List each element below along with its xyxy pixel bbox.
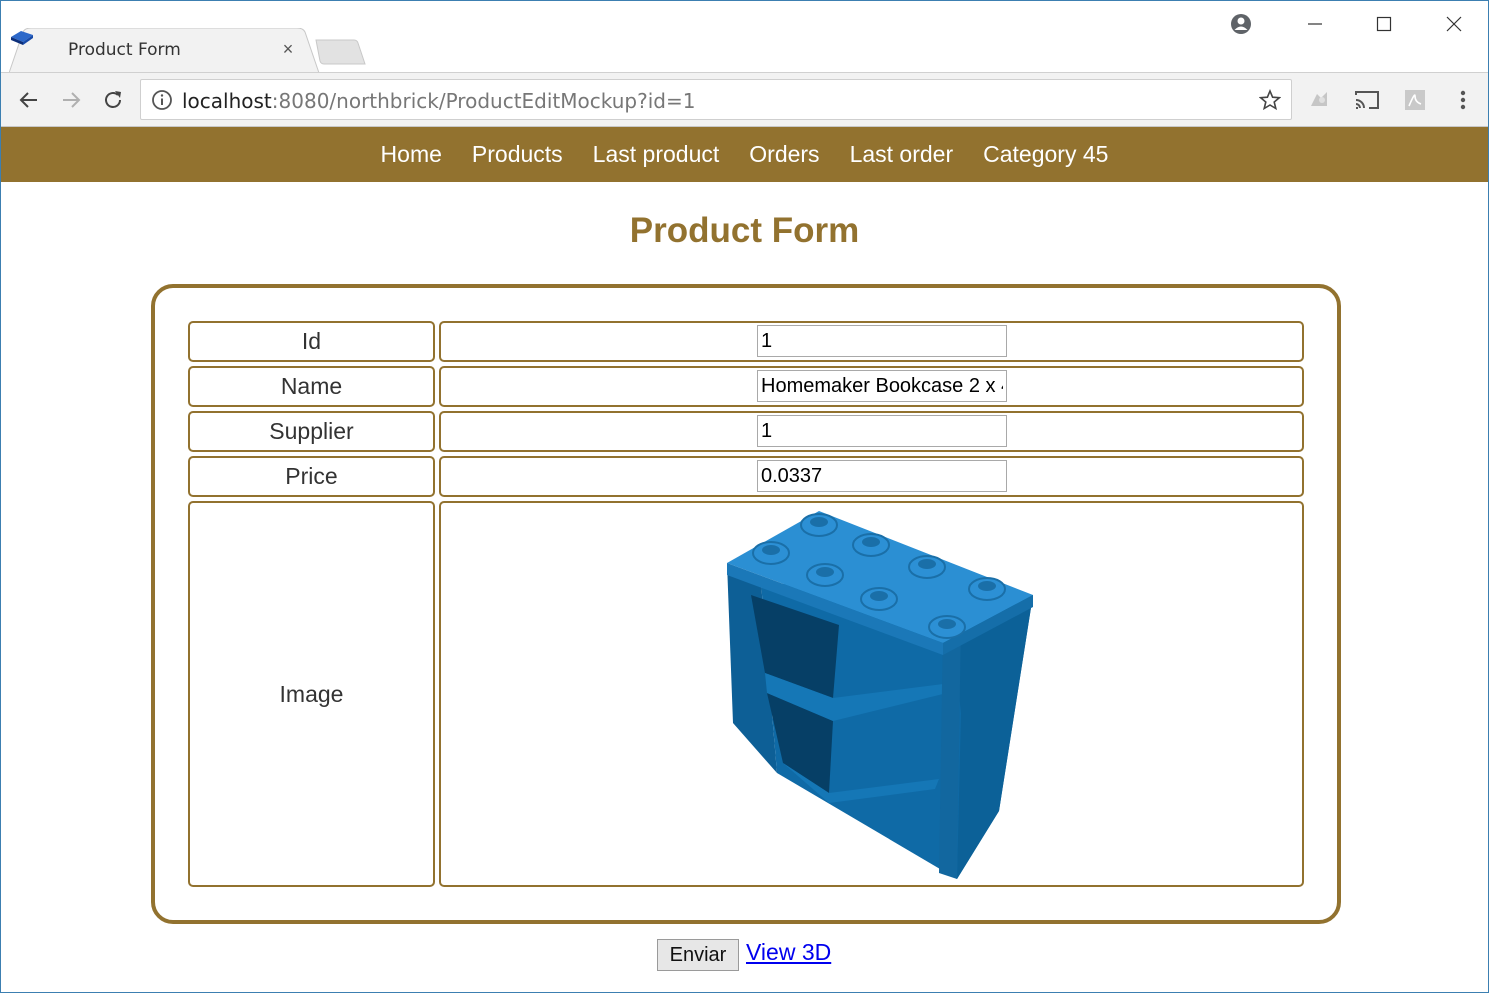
address-bar[interactable]: localhost:8080/northbrick/ProductEditMoc…: [140, 79, 1292, 120]
nav-last-product-link[interactable]: Last product: [593, 141, 720, 168]
id-cell: [439, 321, 1304, 362]
browser-toolbar: localhost:8080/northbrick/ProductEditMoc…: [1, 72, 1488, 127]
profile-icon[interactable]: [1226, 9, 1256, 39]
info-icon[interactable]: [151, 89, 173, 111]
supplier-input[interactable]: [757, 415, 1007, 447]
submit-button[interactable]: Enviar: [657, 939, 739, 971]
price-input[interactable]: [757, 460, 1007, 492]
product-brick-image: [727, 511, 1033, 879]
forward-arrow-icon[interactable]: [56, 85, 86, 115]
image-label: Image: [188, 501, 435, 887]
browser-window: Product Form × localhost:8080/northbrick…: [0, 0, 1489, 993]
name-cell: [439, 366, 1304, 407]
minimize-icon[interactable]: [1300, 9, 1330, 39]
close-window-icon[interactable]: [1439, 9, 1469, 39]
tab-close-icon[interactable]: ×: [277, 38, 299, 60]
price-label: Price: [188, 456, 435, 497]
image-cell: [439, 501, 1304, 887]
price-cell: [439, 456, 1304, 497]
extension-icon[interactable]: [1304, 85, 1334, 115]
new-tab-button[interactable]: [314, 39, 366, 65]
name-input[interactable]: [757, 370, 1007, 402]
back-arrow-icon[interactable]: [14, 85, 44, 115]
reload-icon[interactable]: [98, 85, 128, 115]
id-input[interactable]: [757, 325, 1007, 357]
brick-favicon-icon: [11, 31, 33, 45]
page-title: Product Form: [629, 211, 860, 250]
name-label: Name: [188, 366, 435, 407]
pdf-extension-icon[interactable]: [1400, 85, 1430, 115]
view-3d-link[interactable]: View 3D: [746, 939, 831, 966]
menu-kebab-icon[interactable]: [1448, 85, 1478, 115]
cast-icon[interactable]: [1352, 85, 1382, 115]
nav-orders-link[interactable]: Orders: [749, 141, 819, 168]
bookmark-star-icon[interactable]: [1259, 89, 1281, 111]
maximize-icon[interactable]: [1369, 9, 1399, 39]
nav-last-order-link[interactable]: Last order: [850, 141, 954, 168]
nav-home-link[interactable]: Home: [381, 141, 442, 168]
tab-title: Product Form: [68, 40, 181, 60]
id-label: Id: [188, 321, 435, 362]
title-bar: Product Form ×: [1, 1, 1488, 73]
nav-category-link[interactable]: Category 45: [983, 141, 1108, 168]
supplier-cell: [439, 411, 1304, 452]
product-form: Id Name Supplier Price Image: [151, 284, 1341, 924]
browser-tab[interactable]: Product Form ×: [9, 28, 321, 73]
site-navbar: Home Products Last product Orders Last o…: [1, 127, 1488, 182]
nav-products-link[interactable]: Products: [472, 141, 563, 168]
supplier-label: Supplier: [188, 411, 435, 452]
url-text: localhost:8080/northbrick/ProductEditMoc…: [182, 89, 696, 113]
